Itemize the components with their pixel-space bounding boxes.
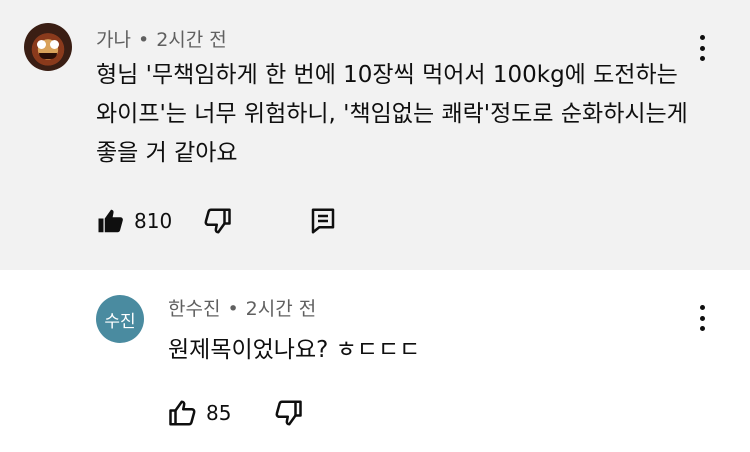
comment-1: 가나 • 2시간 전 형님 '무책임하게 한 번에 10장씩 먹어서 100kg에 …	[0, 0, 750, 270]
comment-time: 2시간 전	[245, 298, 317, 320]
comment-text: 원제목이었나요? ㅎㄷㄷㄷ	[168, 337, 421, 363]
reply-icon	[311, 208, 335, 234]
like-count: 810	[134, 209, 173, 233]
comment-text: 형님 '무책임하게 한 번에 10장씩 먹어서 100kg에 도전하는 와이프'…	[96, 62, 688, 166]
dislike-button[interactable]	[273, 398, 303, 428]
author-name[interactable]: 한수진	[168, 298, 220, 320]
meta-dot: •	[227, 298, 239, 320]
comment-time: 2시간 전	[156, 29, 227, 51]
reply-button[interactable]	[308, 206, 338, 236]
thumbs-down-icon	[204, 208, 231, 234]
avatar-eye-left	[37, 40, 46, 49]
avatar[interactable]: 수진	[96, 295, 144, 343]
comment-actions: 810	[96, 206, 338, 236]
thumbs-down-icon	[275, 400, 303, 426]
meta-dot: •	[137, 29, 150, 51]
author-name[interactable]: 가나	[96, 29, 131, 51]
avatar-mouth	[39, 53, 57, 59]
avatar-eye-right	[50, 40, 59, 49]
like-count: 85	[206, 401, 232, 425]
comment-actions: 85	[168, 398, 303, 428]
comment-meta: 가나 • 2시간 전	[96, 25, 227, 52]
thumbs-up-filled-icon	[98, 209, 123, 233]
like-button[interactable]: 85	[168, 398, 231, 428]
like-button[interactable]: 810	[96, 206, 172, 236]
comment-meta: 한수진 • 2시간 전	[168, 294, 316, 321]
dislike-button[interactable]	[202, 206, 232, 236]
more-vert-icon[interactable]	[698, 305, 706, 331]
more-vert-icon[interactable]	[698, 35, 706, 61]
thumbs-up-outline-icon	[169, 400, 196, 426]
comment-2: 수진 한수진 • 2시간 전 원제목이었나요? ㅎㄷㄷㄷ 85	[0, 270, 750, 452]
avatar[interactable]	[24, 23, 72, 71]
